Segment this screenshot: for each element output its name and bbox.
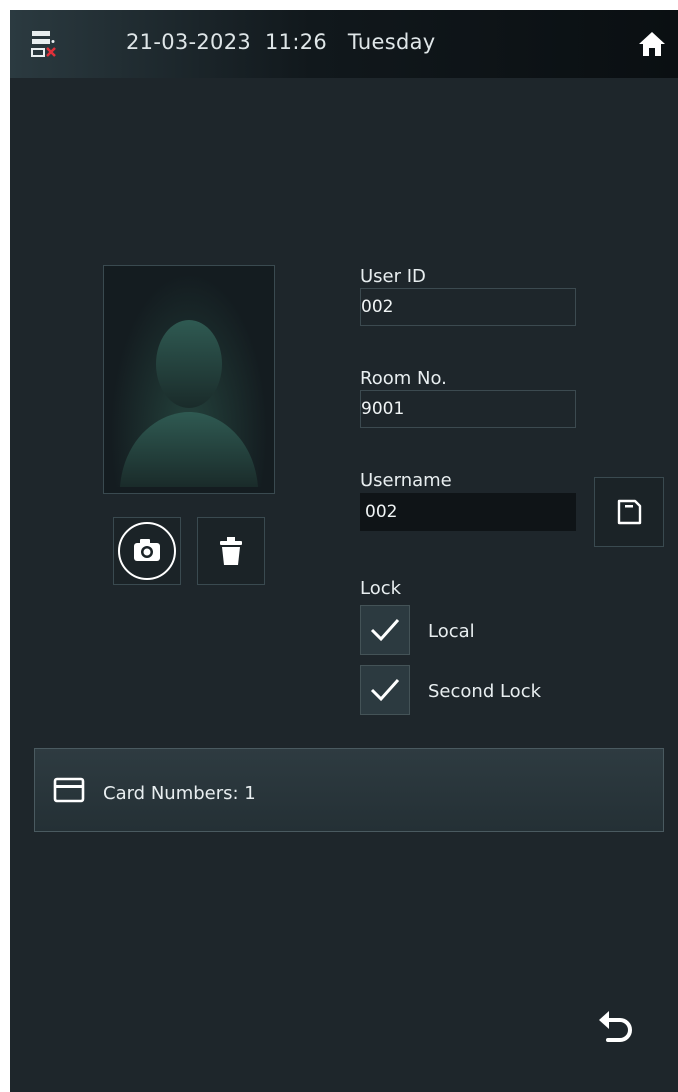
room-number-label: Room No. (360, 368, 447, 389)
status-bar: 21-03-2023 11:26 Tuesday (10, 10, 678, 78)
camera-icon (118, 522, 176, 580)
screen: 21-03-2023 11:26 Tuesday User ID 002 Roo… (10, 10, 678, 1092)
checkmark-icon (370, 678, 400, 702)
room-number-field[interactable]: 9001 (360, 390, 576, 428)
username-value: 002 (365, 502, 398, 522)
card-icon (53, 777, 85, 803)
card-numbers-row[interactable]: Card Numbers: 1 (34, 748, 664, 832)
second-lock-label: Second Lock (428, 681, 542, 702)
home-icon[interactable] (636, 28, 668, 60)
second-lock-checkbox[interactable] (360, 665, 410, 715)
photo-placeholder (110, 272, 268, 487)
back-icon[interactable] (594, 1006, 638, 1050)
username-label: Username (360, 470, 452, 491)
trash-icon (220, 537, 242, 565)
delete-photo-button[interactable] (197, 517, 265, 585)
checkmark-icon (370, 618, 400, 642)
save-icon (617, 499, 642, 525)
status-datetime: 21-03-2023 11:26 Tuesday (126, 30, 436, 54)
user-id-field[interactable]: 002 (360, 288, 576, 326)
local-lock-label: Local (428, 621, 475, 642)
face-photo (103, 265, 275, 494)
username-field[interactable]: 002 (360, 493, 576, 531)
lock-label: Lock (360, 578, 402, 599)
local-lock-checkbox[interactable] (360, 605, 410, 655)
user-id-value: 002 (361, 297, 394, 317)
network-disconnected-icon (31, 31, 56, 57)
card-numbers-label: Card Numbers: 1 (103, 783, 256, 804)
capture-photo-button[interactable] (113, 517, 181, 585)
save-button[interactable] (594, 477, 664, 547)
person-silhouette-icon (120, 320, 258, 487)
room-number-value: 9001 (361, 399, 405, 419)
user-id-label: User ID (360, 266, 426, 287)
